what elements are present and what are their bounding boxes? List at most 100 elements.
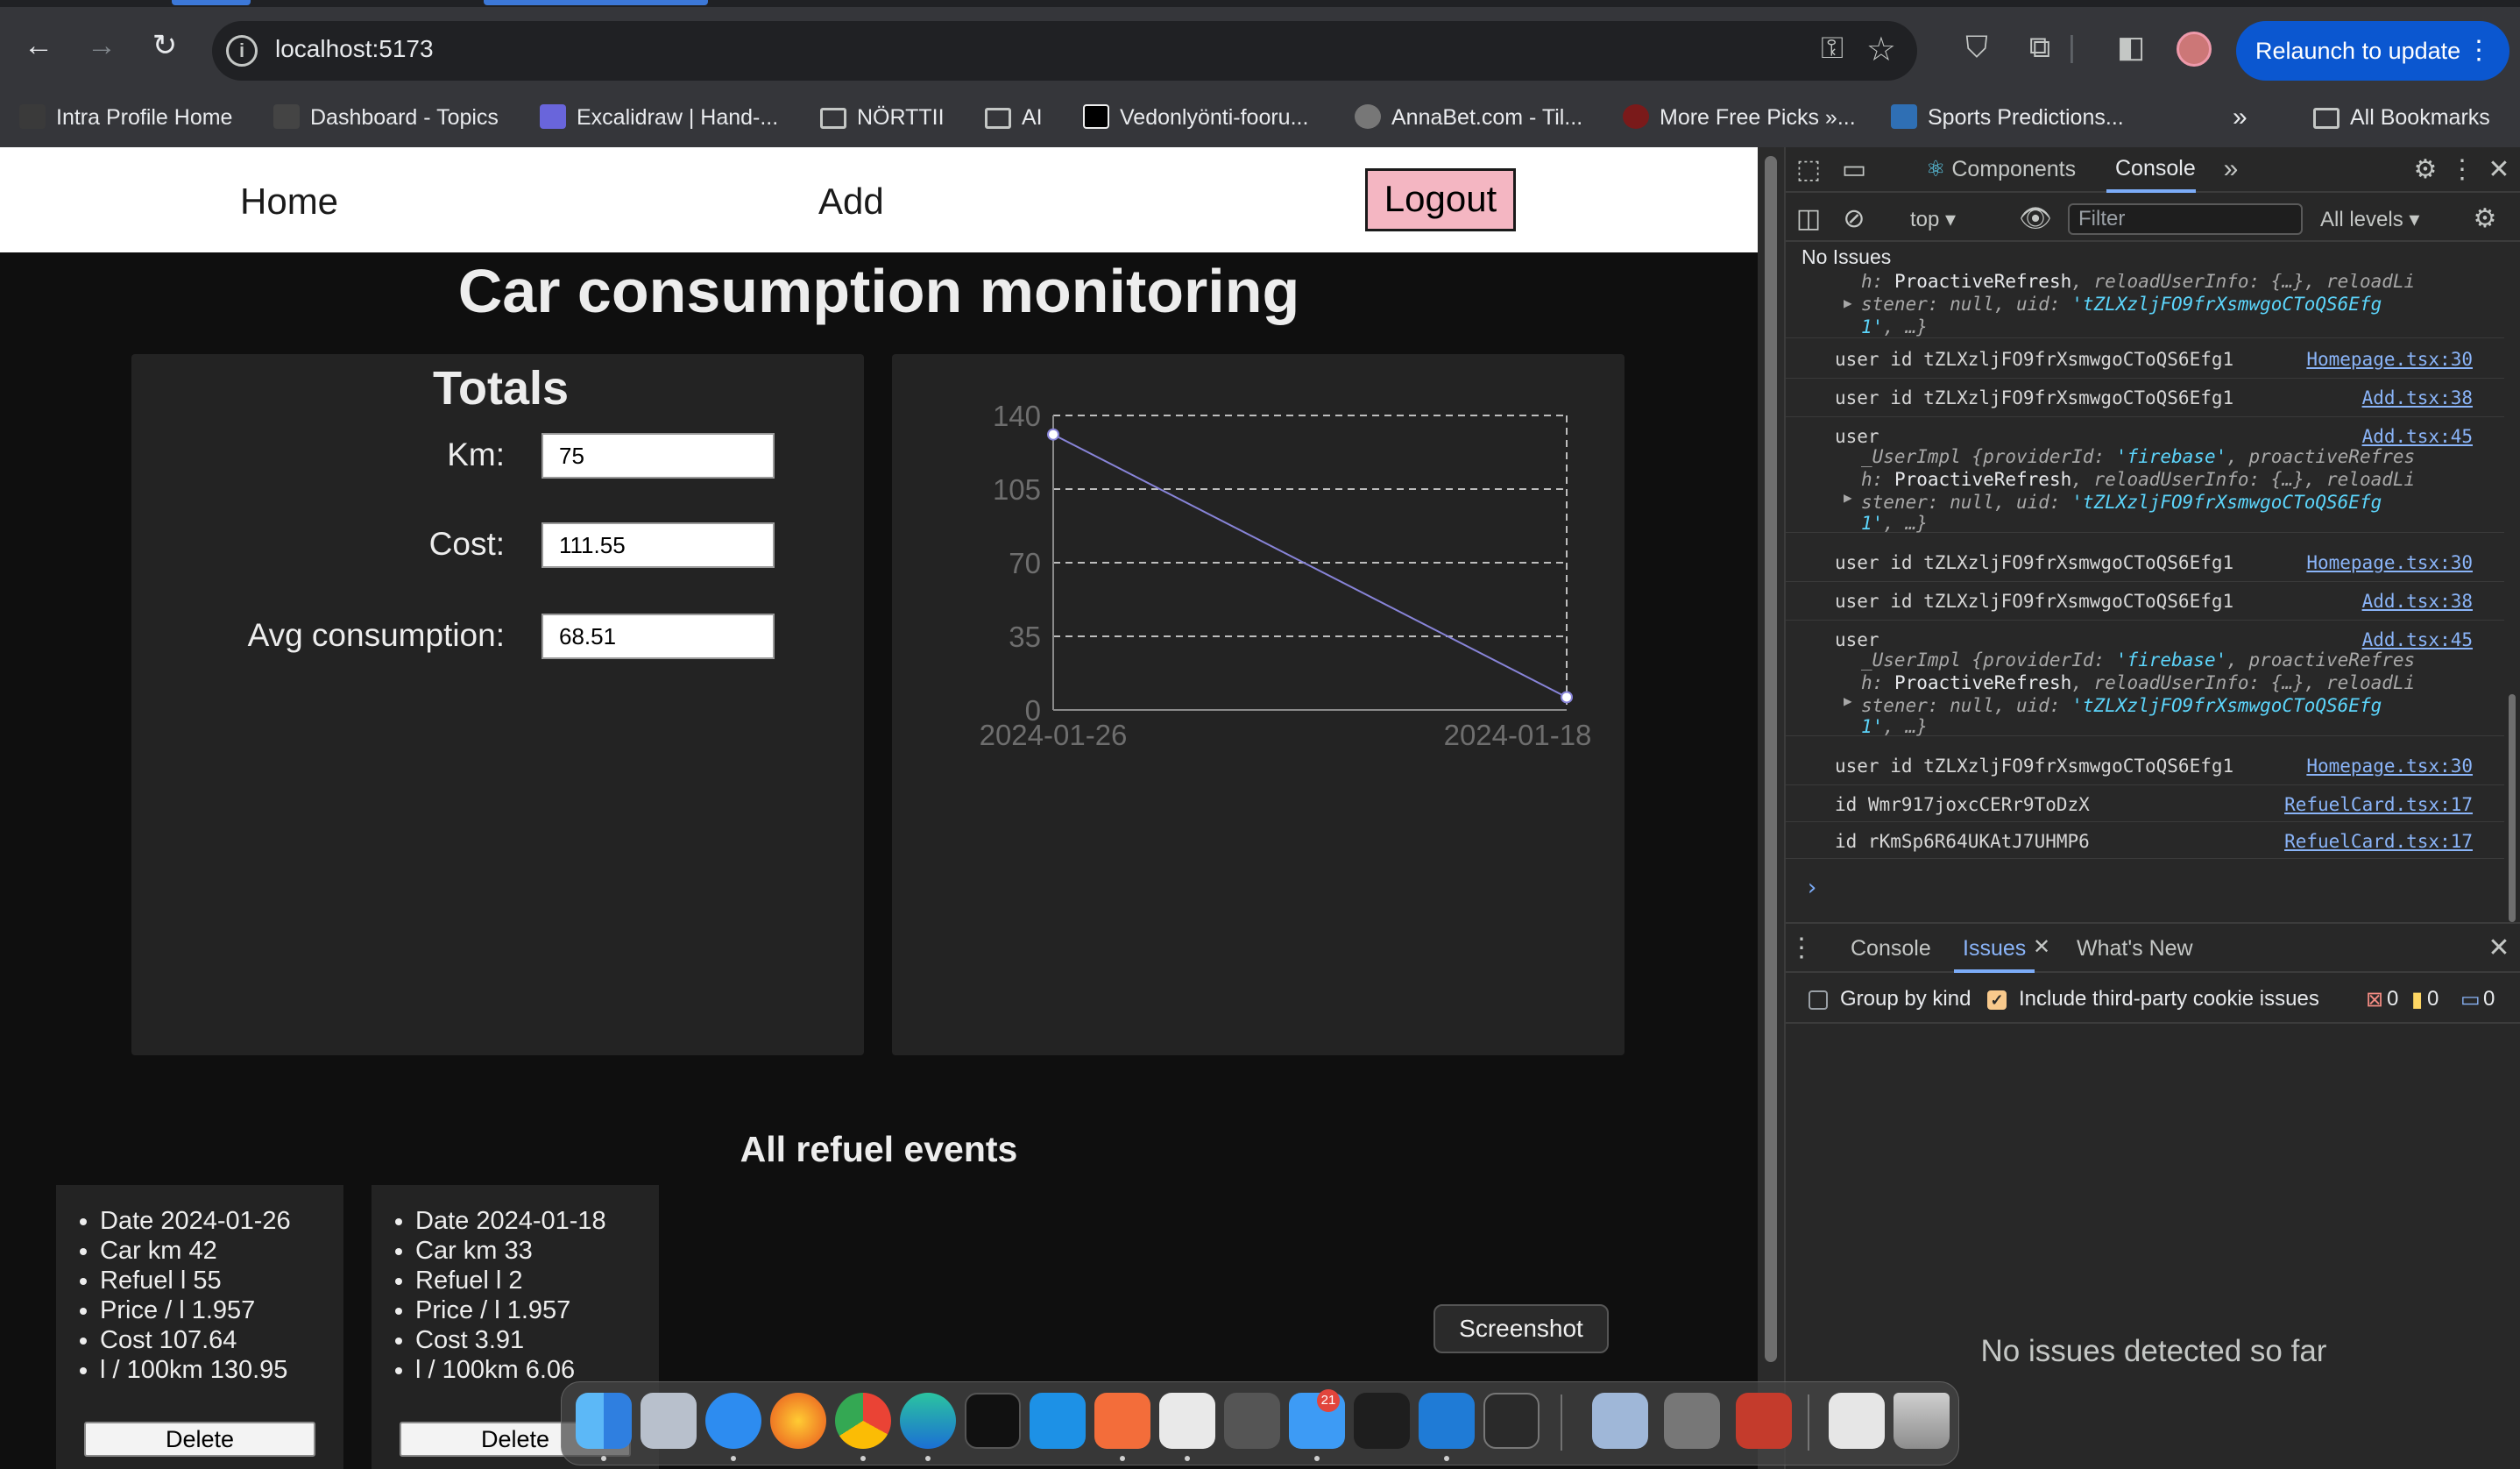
expand-triangle-icon[interactable]: ▶ <box>1844 295 1852 311</box>
back-arrow-icon[interactable]: ← <box>19 26 58 65</box>
finder-icon[interactable] <box>576 1393 632 1449</box>
avg-consumption-field[interactable]: 68.51 <box>542 614 775 659</box>
drawer-tab-whats-new[interactable]: What's New <box>2077 936 2193 962</box>
extensions-puzzle-icon[interactable]: ⧉ <box>2022 30 2057 65</box>
third-party-cookie-checkbox[interactable]: ✓ <box>1987 990 2007 1010</box>
totals-title: Totals <box>433 362 570 415</box>
console-filter-input[interactable]: Filter <box>2068 203 2303 235</box>
log-levels-dropdown[interactable]: All levels ▾ <box>2320 207 2419 232</box>
side-panel-icon[interactable]: ◧ <box>2113 30 2148 65</box>
event-date: Date 2024-01-18 <box>415 1206 606 1236</box>
settings-gear-icon[interactable]: ⚙ <box>2410 154 2441 185</box>
log-source-link[interactable]: Add.tsx:45 <box>2362 629 2473 650</box>
inspect-element-icon[interactable]: ⬚ <box>1793 154 1824 185</box>
bookmark-excalidraw[interactable]: Excalidraw | Hand-... <box>540 91 778 144</box>
site-info-icon[interactable]: i <box>226 35 258 67</box>
nav-add-link[interactable]: Add <box>818 181 884 223</box>
reload-icon[interactable]: ↻ <box>145 26 184 65</box>
console-settings-icon[interactable]: ⚙ <box>2469 203 2501 234</box>
close-devtools-icon[interactable]: ✕ <box>2483 154 2515 185</box>
sidebar-toggle-icon[interactable]: ◫ <box>1793 203 1824 234</box>
downloads-folder-icon[interactable] <box>1829 1393 1885 1449</box>
log-source-link[interactable]: RefuelCard.tsx:17 <box>2284 794 2473 815</box>
tab-console[interactable]: Console <box>2115 156 2196 181</box>
group-by-kind-checkbox[interactable] <box>1809 990 1828 1010</box>
profile-avatar[interactable] <box>2177 32 2212 67</box>
clear-console-icon[interactable]: ⊘ <box>1838 203 1870 234</box>
more-tabs-chevron-icon[interactable]: » <box>2215 154 2247 184</box>
drawer-tab-console[interactable]: Console <box>1851 936 1931 962</box>
bookmark-intra[interactable]: Intra Profile Home <box>19 91 232 144</box>
bookmarks-overflow-icon[interactable]: » <box>2233 91 2247 144</box>
chrome-icon[interactable] <box>835 1393 891 1449</box>
bookmark-sports-predictions[interactable]: Sports Predictions... <box>1891 91 2124 144</box>
expand-triangle-icon[interactable]: ▶ <box>1844 692 1852 709</box>
close-issues-tab-icon[interactable]: ✕ <box>2033 934 2050 960</box>
4s-logo-icon <box>19 104 46 129</box>
tab-components[interactable]: ⚛ Components <box>1926 156 2076 182</box>
safari-icon[interactable] <box>705 1393 761 1449</box>
terminal-icon[interactable] <box>965 1393 1021 1449</box>
vscode-icon[interactable] <box>1419 1393 1475 1449</box>
logout-button[interactable]: Logout <box>1365 168 1516 231</box>
screenshot-icon[interactable] <box>1483 1393 1540 1449</box>
tab-active[interactable] <box>484 0 708 5</box>
console-prompt-icon[interactable]: › <box>1805 875 1819 901</box>
km-field[interactable]: 75 <box>542 433 775 479</box>
forward-arrow-icon[interactable]: → <box>82 26 121 65</box>
page-scrollbar[interactable] <box>1758 147 1784 1469</box>
drawer-menu-icon[interactable]: ⋮ <box>1786 933 1817 963</box>
macos-dock: 21 <box>561 1381 1959 1465</box>
console-scrollbar[interactable] <box>2506 273 2518 922</box>
preview-icon[interactable] <box>1592 1393 1648 1449</box>
bookmark-annabet[interactable]: AnnaBet.com - Til... <box>1355 91 1582 144</box>
docker-icon[interactable] <box>1030 1393 1086 1449</box>
image-capture-icon[interactable] <box>1664 1393 1720 1449</box>
expand-triangle-icon[interactable]: ▶ <box>1844 489 1852 506</box>
bookmark-folder-ai[interactable]: AI <box>985 91 1043 144</box>
shield-extension-icon[interactable]: ⛉ <box>1959 30 1994 65</box>
launchpad-icon[interactable] <box>641 1393 697 1449</box>
more-menu-icon[interactable]: ⋮ <box>2466 21 2492 81</box>
bookmark-vedonlyonti[interactable]: Vedonlyönti-fooru... <box>1083 91 1308 144</box>
cost-field[interactable]: 111.55 <box>542 522 775 568</box>
annabet-icon <box>1355 104 1381 129</box>
log-source-link[interactable]: Homepage.tsx:30 <box>2306 552 2473 573</box>
scrollbar-thumb[interactable] <box>1765 156 1777 1362</box>
firefox-icon[interactable] <box>770 1393 826 1449</box>
tab[interactable] <box>172 0 251 5</box>
event-price: Price / l 1.957 <box>415 1295 606 1325</box>
delete-button[interactable]: Delete <box>84 1422 315 1457</box>
close-drawer-icon[interactable]: ✕ <box>2483 933 2515 963</box>
more-options-icon[interactable]: ⋮ <box>2446 154 2478 185</box>
relaunch-button[interactable]: Relaunch to update ⋮ <box>2236 21 2509 81</box>
trash-icon[interactable] <box>1894 1393 1950 1449</box>
scrollbar-thumb[interactable] <box>2509 694 2516 922</box>
nav-home-link[interactable]: Home <box>240 181 338 223</box>
all-bookmarks[interactable]: All Bookmarks <box>2313 91 2490 144</box>
bookmark-dashboard[interactable]: Dashboard - Topics <box>273 91 499 144</box>
textedit-icon[interactable] <box>1159 1393 1215 1449</box>
log-source-link[interactable]: Homepage.tsx:30 <box>2306 756 2473 777</box>
address-bar[interactable]: i localhost:5173 ⚿ ☆ <box>212 21 1917 81</box>
calculator-icon[interactable] <box>1224 1393 1280 1449</box>
bookmark-label: Excalidraw | Hand-... <box>577 105 779 130</box>
bookmark-free-picks[interactable]: More Free Picks »... <box>1623 91 1856 144</box>
log-source-link[interactable]: Add.tsx:45 <box>2362 426 2473 447</box>
live-expression-eye-icon[interactable]: 👁 <box>2019 203 2052 234</box>
log-source-link[interactable]: Add.tsx:38 <box>2362 591 2473 612</box>
log-source-link[interactable]: Homepage.tsx:30 <box>2306 349 2473 370</box>
bookmark-folder-norttii[interactable]: NÖRTTII <box>820 91 945 144</box>
device-toolbar-icon[interactable]: ▭ <box>1838 154 1870 185</box>
log-source-link[interactable]: RefuelCard.tsx:17 <box>2284 831 2473 852</box>
postman-icon[interactable] <box>1094 1393 1150 1449</box>
log-source-link[interactable]: Add.tsx:38 <box>2362 387 2473 408</box>
drawer-tab-issues[interactable]: Issues <box>1963 936 2026 962</box>
edge-icon[interactable] <box>900 1393 956 1449</box>
data-point <box>1047 428 1059 441</box>
context-selector[interactable]: top ▾ <box>1910 207 1956 232</box>
password-key-icon[interactable]: ⚿ <box>1821 32 1844 66</box>
figma-icon[interactable] <box>1354 1393 1410 1449</box>
bookmark-star-icon[interactable]: ☆ <box>1866 30 1896 69</box>
app-icon[interactable] <box>1736 1393 1792 1449</box>
